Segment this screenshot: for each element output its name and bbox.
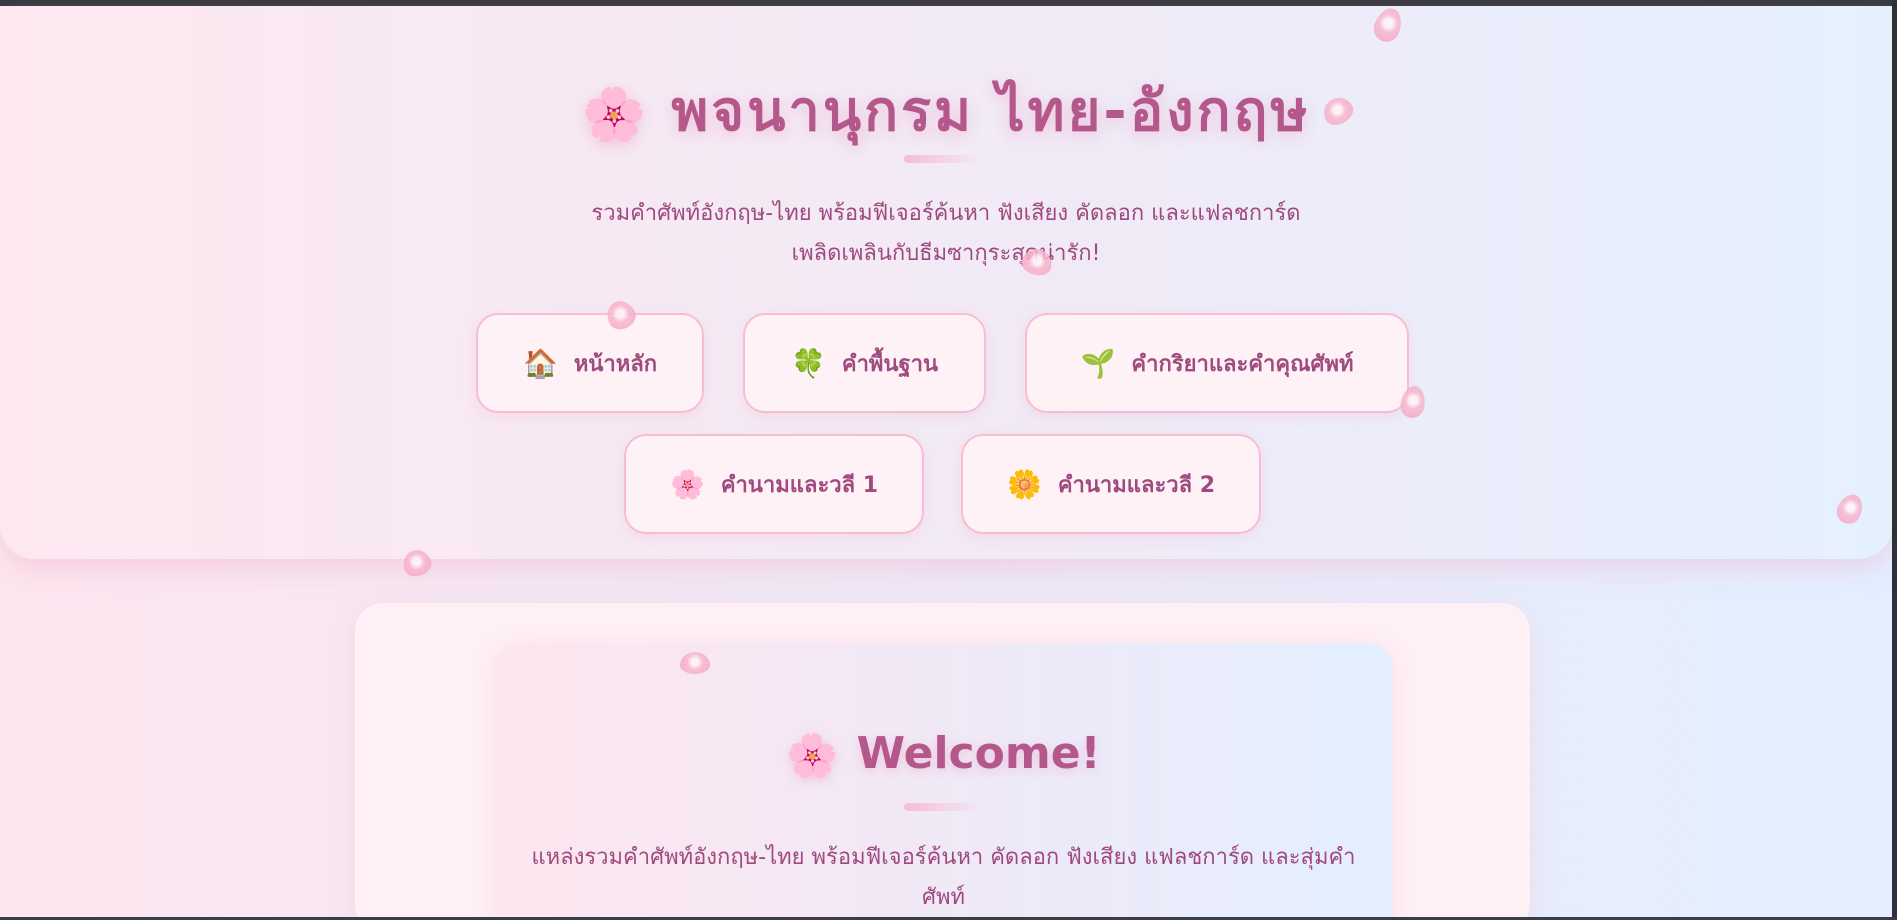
cherry-blossom-icon: 🌸 <box>669 467 705 501</box>
title-divider <box>904 155 980 163</box>
cherry-blossom-icon: 🌸 <box>581 85 650 146</box>
site-subtitle: รวมคำศัพท์อังกฤษ-ไทย พร้อมฟีเจอร์ค้นหา ฟ… <box>591 201 1301 266</box>
nav-verbs-adjectives-label: คำกริยาและคำคุณศัพท์ <box>1131 351 1354 377</box>
welcome-description: แหล่งรวมคำศัพท์อังกฤษ-ไทย พร้อมฟีเจอร์ค้… <box>531 845 1356 910</box>
seedling-icon: 🌱 <box>1080 346 1116 380</box>
welcome-divider <box>904 803 980 811</box>
nav-home-button[interactable]: 🏠 หน้าหลัก <box>476 313 704 413</box>
nav-nouns-phrases-2-label: คำนามและวลี 2 <box>1057 472 1216 498</box>
nav-basic-words-label: คำพื้นฐาน <box>841 351 939 377</box>
window-right-edge <box>1892 0 1897 920</box>
blossom-icon: 🌼 <box>1006 467 1042 501</box>
site-header: 🌸 พจนานุกรม ไทย-อังกฤษ รวมคำศัพท์อังกฤษ-ไ… <box>0 6 1892 559</box>
nav-basic-words-button[interactable]: 🍀 คำพื้นฐาน <box>743 313 986 413</box>
site-title-text: พจนานุกรม ไทย-อังกฤษ <box>671 79 1311 144</box>
cherry-blossom-icon: 🌸 <box>786 731 839 780</box>
nav-verbs-adjectives-button[interactable]: 🌱 คำกริยาและคำคุณศัพท์ <box>1025 313 1409 413</box>
nav-nouns-phrases-1-label: คำนามและวลี 1 <box>720 472 879 498</box>
house-icon: 🏠 <box>522 346 558 380</box>
welcome-title-text: Welcome! <box>856 728 1101 779</box>
nav-nouns-phrases-1-button[interactable]: 🌸 คำนามและวลี 1 <box>624 434 924 534</box>
four-leaf-clover-icon: 🍀 <box>790 346 826 380</box>
nav-home-label: หน้าหลัก <box>573 351 658 377</box>
petal-icon <box>680 652 710 674</box>
nav-nouns-phrases-2-button[interactable]: 🌼 คำนามและวลี 2 <box>961 434 1261 534</box>
welcome-title: 🌸 Welcome! <box>494 728 1393 781</box>
site-title: 🌸 พจนานุกรม ไทย-อังกฤษ <box>0 66 1892 155</box>
